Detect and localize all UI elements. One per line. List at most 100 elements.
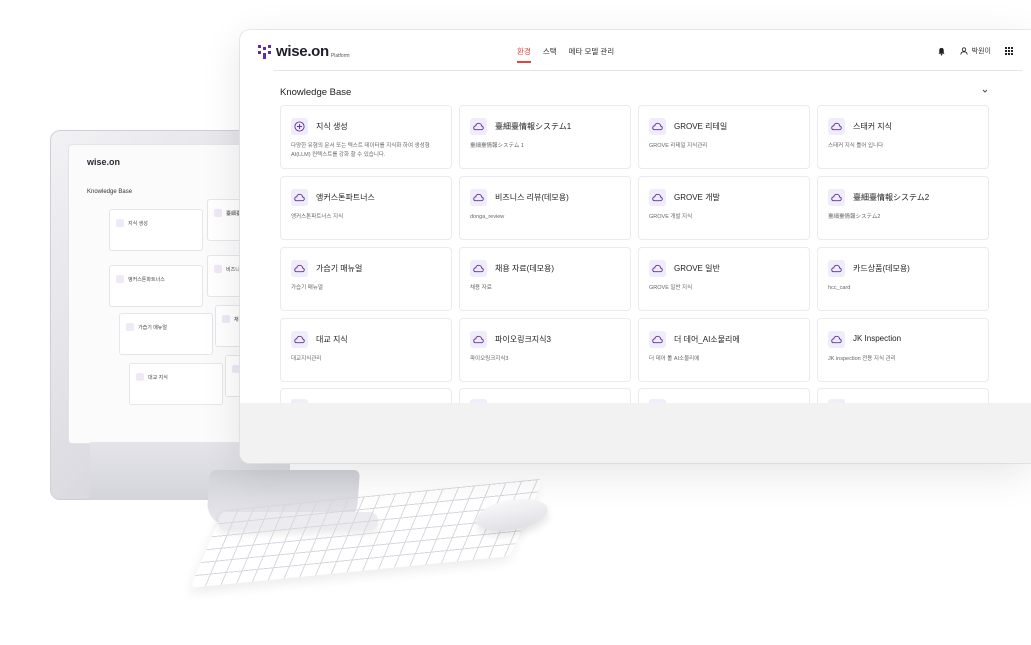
knowledge-card[interactable]: 비즈니스 리뷰(데모용) donga_review xyxy=(459,176,631,240)
nav-tab-environment[interactable]: 환경 xyxy=(517,46,531,63)
cloud-icon xyxy=(649,331,666,348)
section-title: Knowledge Base xyxy=(280,87,352,98)
card-description: 채용 자료 xyxy=(470,285,492,291)
card-title: 더 데어_AI소물리에 xyxy=(674,335,740,344)
card-description: 가습기 매뉴얼 xyxy=(291,285,323,291)
cloud-icon xyxy=(470,118,487,135)
card-title: 지식 생성 xyxy=(316,122,348,131)
main-nav: 환경 스택 메타 모델 관리 xyxy=(517,46,614,63)
knowledge-card[interactable]: 臺細臺情報システム1 臺細臺情報システム 1 xyxy=(459,105,631,169)
knowledge-card[interactable]: GROVE 개발 GROVE 개발 지식 xyxy=(638,176,810,240)
card-description: hcc_card xyxy=(828,285,851,291)
cloud-icon xyxy=(828,260,845,277)
logo-subtitle: Platform xyxy=(330,52,350,59)
cloud-icon xyxy=(291,331,308,348)
card-partial xyxy=(638,388,810,405)
card-title: 臺細臺情報システム1 xyxy=(495,122,572,131)
knowledge-card[interactable]: 臺細臺情報システム2 臺細臺情報システム2 xyxy=(817,176,989,240)
knowledge-card[interactable]: 파이오링크지식3 파이오링크지식3 xyxy=(459,318,631,382)
cloud-icon xyxy=(470,331,487,348)
knowledge-card[interactable]: 카드상품(데모용) hcc_card xyxy=(817,247,989,311)
knowledge-card[interactable]: GROVE 일반 GROVE 일반 지식 xyxy=(638,247,810,311)
bottom-overlay xyxy=(240,403,1031,463)
nav-tab-meta-model[interactable]: 메타 모델 관리 xyxy=(569,46,615,63)
mini-card-icon xyxy=(214,209,222,217)
cloud-icon xyxy=(470,260,487,277)
card-partial xyxy=(817,388,989,405)
cloud-icon xyxy=(291,189,308,206)
card-title: 파이오링크지식3 xyxy=(495,335,551,344)
cloud-icon xyxy=(828,189,845,206)
user-name: 박원이 xyxy=(971,48,991,55)
knowledge-card[interactable]: 가습기 매뉴얼 가습기 매뉴얼 xyxy=(280,247,452,311)
mini-card-label: 대교 지식 xyxy=(148,375,168,381)
knowledge-card[interactable]: 지식 생성다양한 유형의 문서 또는 텍스트 데이터를 지식화 하여 생성형 A… xyxy=(280,105,452,169)
mini-section-title: Knowledge Base xyxy=(87,189,133,195)
card-description: JK inspection 전용 지식 관리 xyxy=(828,356,896,362)
mini-card: 가습기 매뉴얼 xyxy=(119,313,213,355)
knowledge-card[interactable]: 앵커스톤파트너스 앵커스톤파트너스 지식 xyxy=(280,176,452,240)
card-title: 가습기 매뉴얼 xyxy=(316,264,363,273)
mini-card-icon xyxy=(232,365,240,373)
nav-tab-stack[interactable]: 스택 xyxy=(543,46,557,63)
bell-icon[interactable] xyxy=(937,47,946,56)
card-description: GROVE 리테일 지식관리 xyxy=(649,143,708,149)
knowledge-card[interactable]: GROVE 리테일 GROVE 리테일 지식관리 xyxy=(638,105,810,169)
card-title: GROVE 개발 xyxy=(674,193,720,202)
logo[interactable]: wise.on Platform xyxy=(258,43,350,60)
mini-logo: wise.on xyxy=(87,157,121,167)
mini-card-icon xyxy=(222,315,230,323)
mini-card-label: 가습기 매뉴얼 xyxy=(138,325,167,331)
cloud-icon xyxy=(470,189,487,206)
card-description: 스태커 지식 틀어 입니다 xyxy=(828,143,884,149)
card-description: 다양한 유형의 문서 또는 텍스트 데이터를 지식화 하여 생성형 AI(LLM… xyxy=(291,143,430,158)
knowledge-card[interactable]: 스태커 지식스태커 지식 틀어 입니다 xyxy=(817,105,989,169)
mini-card-icon xyxy=(214,265,222,273)
card-title: 대교 지식 xyxy=(316,335,348,344)
mini-card-icon xyxy=(116,275,124,283)
cloud-icon xyxy=(828,118,845,135)
cloud-icon xyxy=(828,331,845,348)
cloud-icon xyxy=(649,260,666,277)
card-title: 스태커 지식 xyxy=(853,122,893,131)
mini-card: 지식 생성 xyxy=(109,209,203,251)
card-title: JK Inspection xyxy=(853,334,902,343)
card-title: GROVE 리테일 xyxy=(674,122,728,131)
top-right-actions: 박원이 xyxy=(937,46,1013,56)
knowledge-card[interactable]: JK Inspection JK inspection 전용 지식 관리 xyxy=(817,318,989,382)
knowledge-card[interactable]: 채용 자료(데모용) 채용 자료 xyxy=(459,247,631,311)
knowledge-card[interactable]: 대교 지식대교지식관리 xyxy=(280,318,452,382)
mini-card-label: 앵커스톤파트너스 xyxy=(128,277,165,283)
knowledge-card[interactable]: 더 데어_AI소물리에더 데어 톨 AI소물리에 xyxy=(638,318,810,382)
card-description: 대교지식관리 xyxy=(291,356,322,362)
chevron-down-icon[interactable] xyxy=(980,86,990,96)
card-description: donga_review xyxy=(470,214,505,220)
card-title: GROVE 일반 xyxy=(674,264,720,273)
top-bar: wise.on Platform 환경 스택 메타 모델 관리 박원이 xyxy=(240,30,1031,74)
mini-card-label: 지식 생성 xyxy=(128,221,148,227)
card-partial xyxy=(459,388,631,405)
card-partial xyxy=(280,388,452,405)
mini-card-icon xyxy=(136,373,144,381)
cloud-icon xyxy=(649,118,666,135)
card-description: 앵커스톤파트너스 지식 xyxy=(291,214,344,220)
mini-card: 대교 지식 xyxy=(129,363,223,405)
logo-text: wise.on xyxy=(276,43,329,60)
header-divider xyxy=(274,70,1022,71)
plus-circle-icon xyxy=(291,118,308,135)
card-title: 카드상품(데모용) xyxy=(853,264,910,273)
cloud-icon xyxy=(291,260,308,277)
user-icon xyxy=(960,47,968,55)
card-title: 채용 자료(데모용) xyxy=(495,264,555,273)
card-description: 臺細臺情報システム 1 xyxy=(470,143,524,149)
mini-card: 앵커스톤파트너스 xyxy=(109,265,203,307)
card-description: GROVE 일반 지식 xyxy=(649,285,693,291)
cloud-icon xyxy=(649,189,666,206)
card-description: 더 데어 톨 AI소물리에 xyxy=(649,356,700,362)
card-description: GROVE 개발 지식 xyxy=(649,214,693,220)
user-menu[interactable]: 박원이 xyxy=(960,46,991,56)
card-description: 파이오링크지식3 xyxy=(470,356,509,362)
apps-grid-icon[interactable] xyxy=(1005,47,1013,55)
card-description: 臺細臺情報システム2 xyxy=(828,214,881,220)
mini-card-icon xyxy=(116,219,124,227)
